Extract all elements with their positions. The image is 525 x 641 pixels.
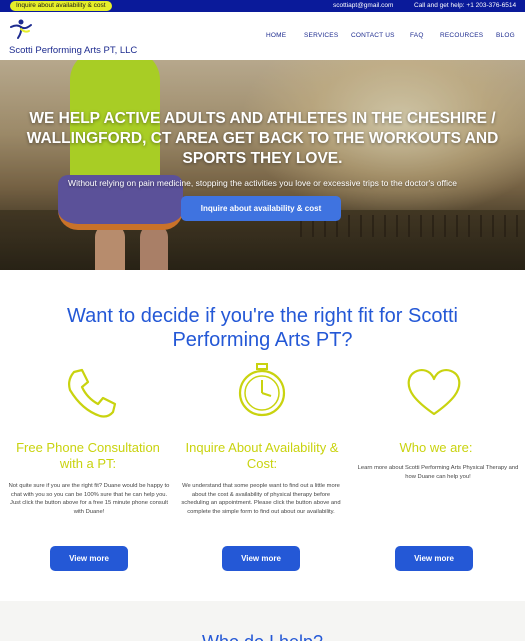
hero-subtitle: Without relying on pain medicine, stoppi… xyxy=(68,178,457,188)
view-more-button-phone[interactable]: View more xyxy=(50,546,128,571)
hero-banner: WE HELP ACTIVE ADULTS AND ATHLETES IN TH… xyxy=(0,60,525,270)
nav-contact-us[interactable]: CONTACT US xyxy=(351,32,395,39)
nav-faq[interactable]: FAQ xyxy=(410,32,424,39)
fit-section-title: Want to decide if you're the right fit f… xyxy=(66,305,459,351)
nav-services[interactable]: SERVICES xyxy=(304,32,338,39)
nav-blog[interactable]: BLOG xyxy=(496,32,515,39)
view-more-button-availability[interactable]: View more xyxy=(222,546,300,571)
column-text-who: Learn more about Scotti Performing Arts … xyxy=(357,465,519,480)
topbar-call-text[interactable]: Call and get help: +1 203-376-6514 xyxy=(414,2,516,9)
stopwatch-icon xyxy=(238,363,286,417)
column-title-who: Who we are: xyxy=(399,440,473,455)
logo-dancer-icon[interactable] xyxy=(9,19,33,41)
logo-text[interactable]: Scotti Performing Arts PT, LLC xyxy=(9,45,137,56)
column-text-availability: We understand that some people want to f… xyxy=(181,483,341,515)
bottom-section-title: Who do I help? xyxy=(0,632,525,641)
view-more-button-who[interactable]: View more xyxy=(395,546,473,571)
topbar-inquire-button[interactable]: Inquire about availability & cost xyxy=(10,1,112,11)
topbar-email-link[interactable]: scottiapt@gmail.com xyxy=(333,2,393,9)
nav-resources[interactable]: RECOURCES xyxy=(440,32,483,39)
phone-icon xyxy=(68,368,117,418)
column-title-phone: Free Phone Consultation with a PT: xyxy=(16,440,160,471)
site-header: Scotti Performing Arts PT, LLC HOME SERV… xyxy=(0,12,525,60)
column-text-phone: Not quite sure if you are the right fit?… xyxy=(8,483,170,515)
hero-title: WE HELP ACTIVE ADULTS AND ATHLETES IN TH… xyxy=(26,110,499,167)
heart-icon xyxy=(407,369,461,416)
column-title-availability: Inquire About Availability & Cost: xyxy=(185,440,339,471)
top-bar: Inquire about availability & cost scotti… xyxy=(0,0,525,12)
hero-inquire-button[interactable]: Inquire about availability & cost xyxy=(181,196,341,221)
nav-home[interactable]: HOME xyxy=(266,32,286,39)
